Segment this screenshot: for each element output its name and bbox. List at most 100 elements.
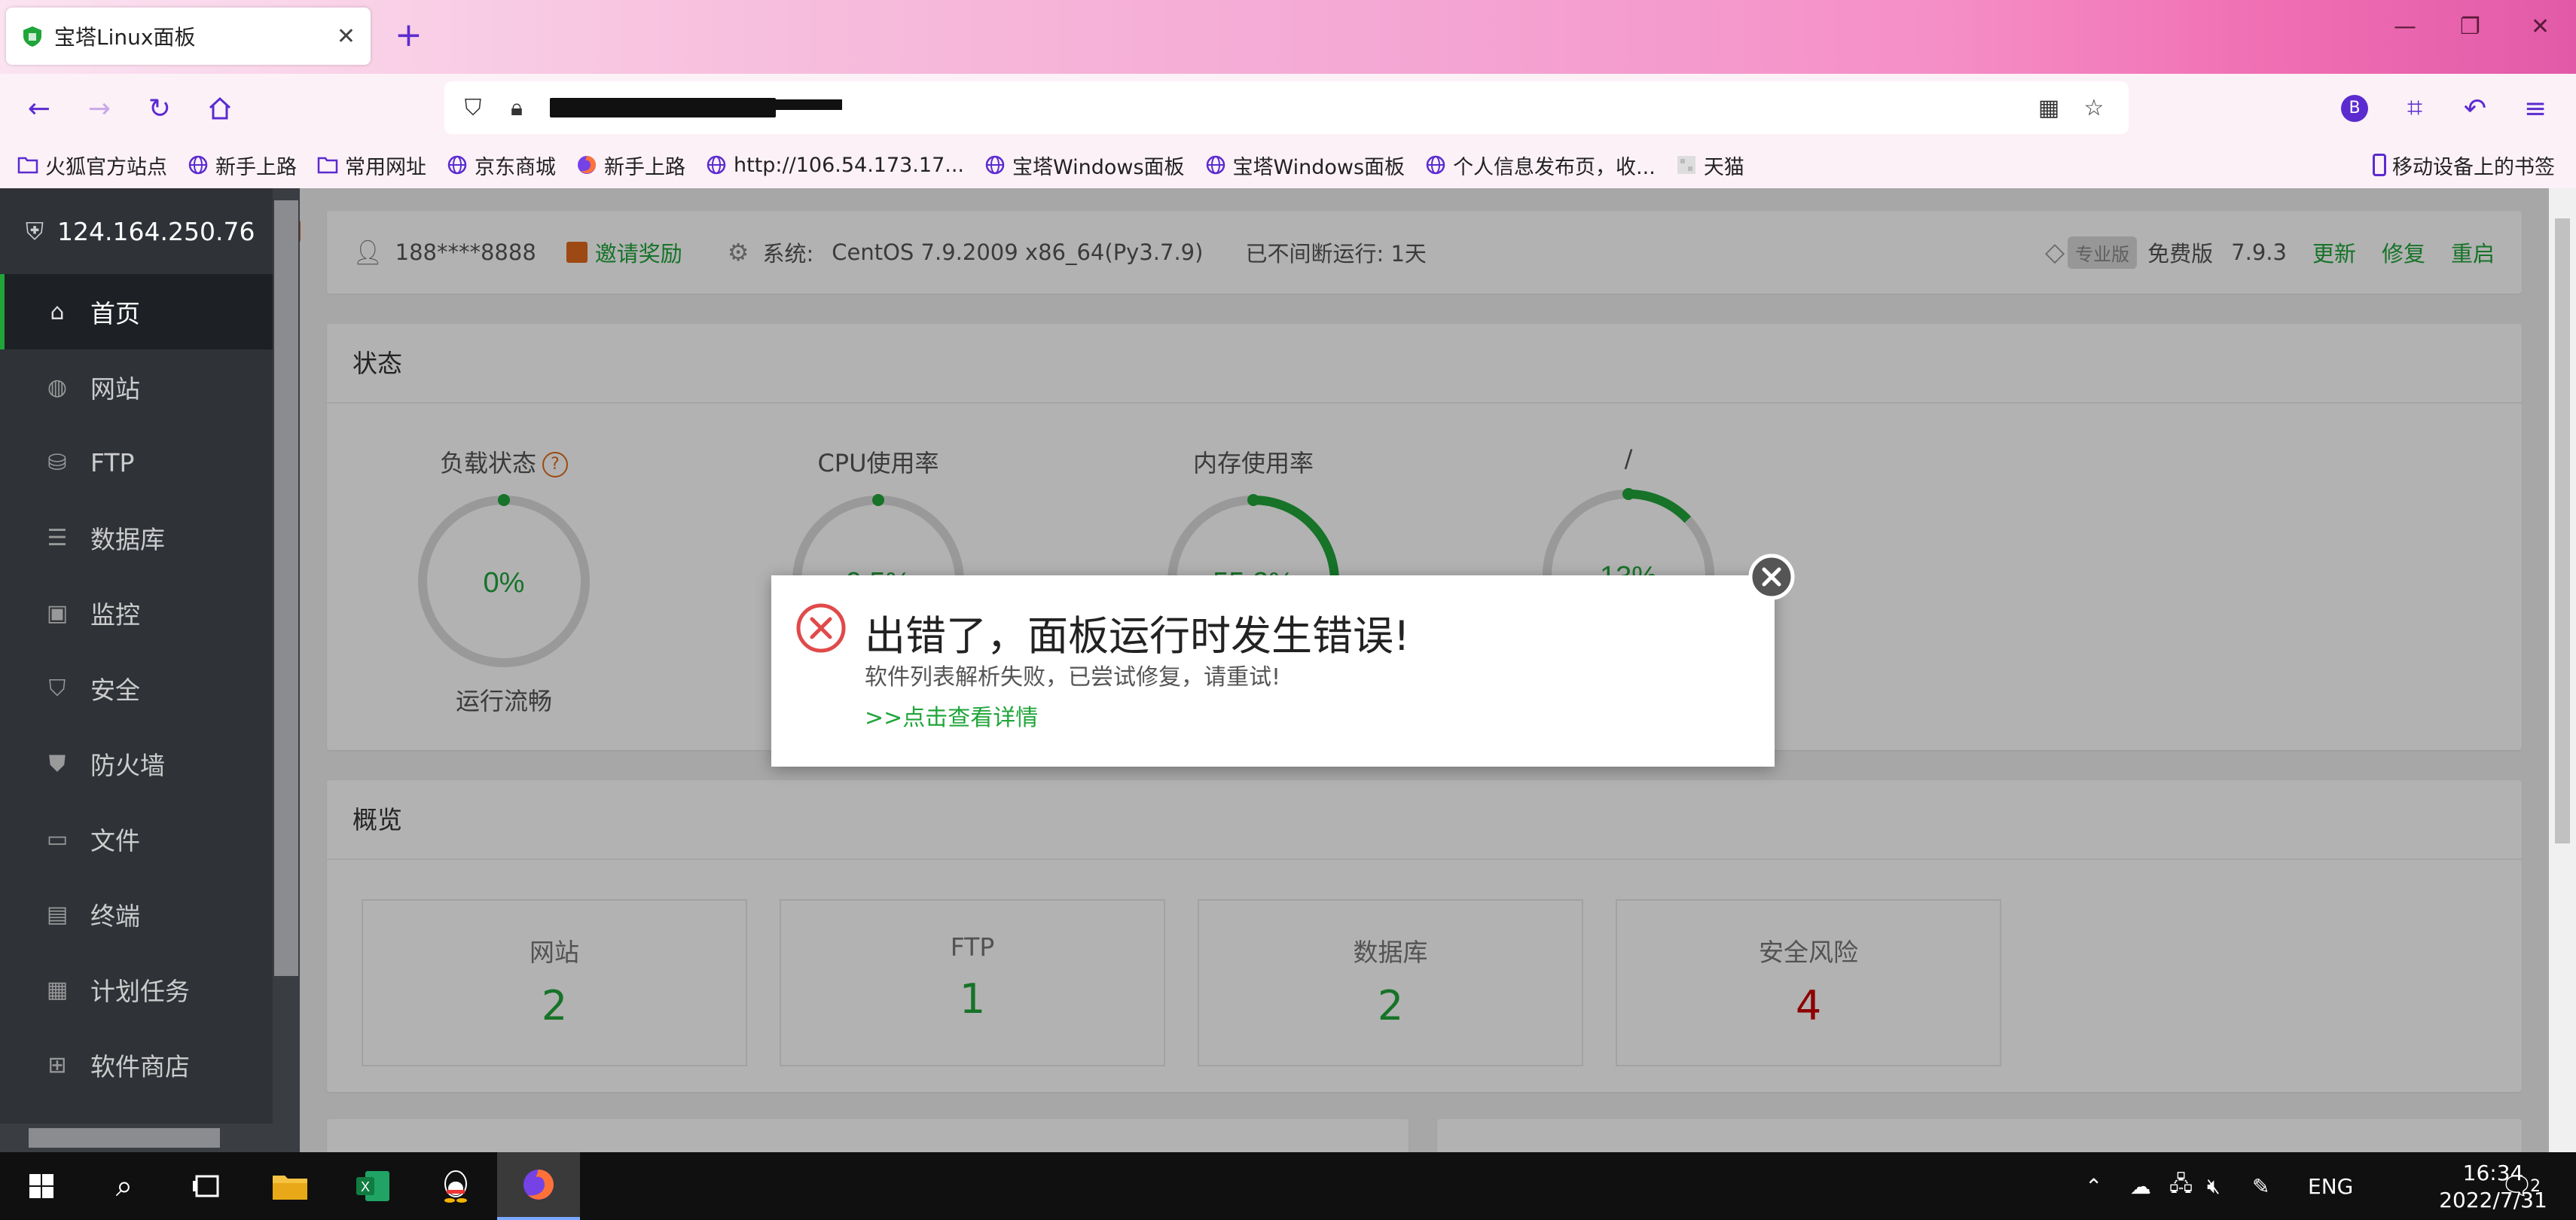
calendar-icon: ▦ [46, 976, 69, 1003]
sidebar-item-label: 计划任务 [90, 977, 190, 1006]
bookmark-label: 宝塔Windows面板 [1232, 155, 1406, 179]
back-icon[interactable]: ← [23, 92, 56, 125]
page-scrollbar[interactable] [2549, 188, 2576, 1152]
sidebar-item[interactable]: ▦ 计划任务 [0, 952, 273, 1027]
bookmark-item[interactable]: http://106.54.173.17... [705, 154, 964, 177]
bookmark-label: 常用网址 [345, 155, 426, 179]
bookmark-label: 宝塔Windows面板 [1012, 155, 1185, 179]
shield-icon: ⛉ [48, 675, 66, 702]
sidebar-item[interactable]: ◍ 网站 [0, 349, 273, 425]
browser-tab-bar: 宝塔Linux面板 ✕ + — ❐ ✕ [0, 0, 2576, 74]
sidebar-item[interactable]: ▭ 文件 [0, 801, 273, 877]
folder-icon [17, 154, 39, 176]
menu-icon[interactable]: ≡ [2519, 92, 2552, 125]
globe-icon [984, 154, 1006, 176]
apps-icon: ⊞ [47, 1051, 67, 1078]
clock[interactable]: 16:34 2022/7/31 [2418, 1160, 2568, 1214]
windows-taskbar: ⌕ X ⌃ ☁ 🖧︎ 🔇︎ ✎ ENG 16:34 2022/7/31 🗨︎ 2 [0, 1152, 2576, 1220]
bookmark-star-icon[interactable]: ☆ [2080, 95, 2107, 122]
profile-avatar[interactable]: B [2338, 92, 2371, 125]
tray-chevron-icon[interactable]: ⌃ [2085, 1152, 2102, 1220]
sidebar-item[interactable]: ⛁ FTP [0, 425, 273, 500]
network-icon[interactable]: 🖧︎ [2169, 1152, 2193, 1220]
url-bar[interactable]: ⛉ 🔒︎ ▦ ☆ [444, 81, 2129, 134]
volume-muted-icon[interactable]: 🔇︎ [2207, 1152, 2220, 1220]
windows-start-icon[interactable] [0, 1152, 83, 1220]
bookmark-label: 个人信息发布页，收... [1453, 155, 1656, 179]
globe-icon [1424, 154, 1447, 176]
pen-icon[interactable]: ✎ [2252, 1152, 2269, 1220]
browser-tab[interactable]: 宝塔Linux面板 ✕ [6, 8, 371, 65]
sidebar: ⛨ 124.164.250.76 0 ⌂ 首页 ◍ 网站 ⛁ FTP ☰ 数据库 ▣ 监控 ⛉ 安全 ⛊… [0, 188, 301, 1152]
bookmark-item[interactable]: 个人信息发布页，收... [1424, 151, 1656, 180]
tmall-icon [1675, 154, 1698, 176]
terminal-icon: ▤ [46, 901, 69, 928]
onedrive-icon[interactable]: ☁ [2130, 1152, 2151, 1220]
bookmark-item[interactable]: 天猫 [1675, 151, 1744, 180]
dialog-message: 软件列表解析失败，已尝试修复，请重试! [865, 664, 1281, 691]
qq-icon[interactable] [414, 1152, 497, 1220]
shield-icon[interactable]: ⛉ [459, 95, 487, 122]
sidebar-item[interactable]: ⊞ 软件商店 [0, 1027, 273, 1103]
sidebar-item[interactable]: ☰ 数据库 [0, 500, 273, 575]
sidebar-item[interactable]: ⛉ 安全 [0, 651, 273, 726]
qr-code-icon[interactable]: ▦ [2035, 95, 2062, 122]
excel-icon[interactable]: X [331, 1152, 414, 1220]
bookmark-label: 新手上路 [604, 155, 685, 179]
ftp-icon: ⛁ [47, 449, 67, 476]
mobile-bookmarks-label: 移动设备上的书签 [2392, 155, 2555, 179]
firewall-icon: ⛊ [48, 750, 66, 777]
bookmark-label: http://106.54.173.17... [734, 153, 964, 177]
home-icon[interactable] [203, 92, 237, 125]
globe-icon [705, 154, 728, 176]
profile-initial: B [2341, 95, 2368, 122]
bookmark-item[interactable]: 新手上路 [187, 151, 297, 180]
bookmark-label: 火狐官方站点 [45, 155, 167, 179]
sidebar-item[interactable]: ▤ 终端 [0, 877, 273, 952]
browser-nav-bar: ← → ↻ ⛉ 🔒︎ ▦ ☆ B ⌗ ↶ ≡ [0, 74, 2576, 142]
screenshot-crop-icon[interactable]: ⌗ [2398, 92, 2431, 125]
bookmark-label: 新手上路 [215, 155, 297, 179]
globe-icon [446, 154, 469, 176]
search-icon[interactable]: ⌕ [83, 1152, 166, 1220]
undo-icon[interactable]: ↶ [2458, 92, 2492, 125]
file-explorer-icon[interactable] [249, 1152, 331, 1220]
sidebar-scrollbar[interactable] [273, 188, 300, 1152]
view-details-link[interactable]: >>点击查看详情 [865, 699, 1038, 732]
task-view-icon[interactable] [166, 1152, 249, 1220]
bookmark-item[interactable]: 新手上路 [575, 151, 685, 180]
bookmark-item[interactable]: 火狐官方站点 [17, 151, 167, 180]
forward-icon[interactable]: → [83, 92, 116, 125]
language-indicator[interactable]: ENG [2308, 1152, 2353, 1220]
globe-icon: ◍ [47, 374, 68, 401]
restore-icon[interactable]: ❐ [2460, 14, 2480, 40]
sidebar-hscrollbar[interactable] [0, 1124, 273, 1152]
notifications-icon[interactable]: 🗨︎ 2 [2501, 1152, 2541, 1220]
sidebar-item[interactable]: ⛊ 防火墙 [0, 726, 273, 801]
firefox-taskbar-icon[interactable] [497, 1152, 580, 1220]
globe-icon [187, 154, 209, 176]
bookmark-item[interactable]: 京东商城 [446, 151, 556, 180]
firefox-icon [575, 154, 598, 176]
window-close-icon[interactable]: ✕ [2531, 14, 2550, 40]
bookmark-item[interactable]: 宝塔Windows面板 [984, 151, 1185, 180]
tab-close-icon[interactable]: ✕ [337, 23, 356, 50]
notification-count: 2 [2530, 1176, 2541, 1196]
sidebar-item-label: 首页 [90, 299, 140, 328]
mobile-bookmarks[interactable]: 移动设备上的书签 [2373, 142, 2555, 188]
folder-icon: ▭ [46, 825, 69, 852]
dialog-close-icon[interactable] [1747, 553, 1796, 601]
server-ip: 124.164.250.76 [57, 216, 255, 246]
new-tab-button[interactable]: + [395, 17, 423, 54]
server-icon: ⛨ [26, 216, 44, 246]
sidebar-item[interactable]: ▣ 监控 [0, 575, 273, 651]
bookmark-item[interactable]: 宝塔Windows面板 [1204, 151, 1406, 180]
sidebar-item[interactable]: ⌂ 首页 [0, 274, 273, 349]
minimize-icon[interactable]: — [2394, 14, 2416, 40]
bookmark-item[interactable]: 常用网址 [316, 151, 426, 180]
sidebar-item-label: 安全 [90, 676, 140, 705]
bookmarks-bar: 火狐官方站点 新手上路 常用网址 京东商城 新手上路 http://106.54.173.… [0, 142, 2576, 188]
reload-icon[interactable]: ↻ [143, 92, 176, 125]
lock-icon[interactable]: 🔒︎ [503, 95, 530, 122]
baota-shield-icon [23, 26, 41, 47]
